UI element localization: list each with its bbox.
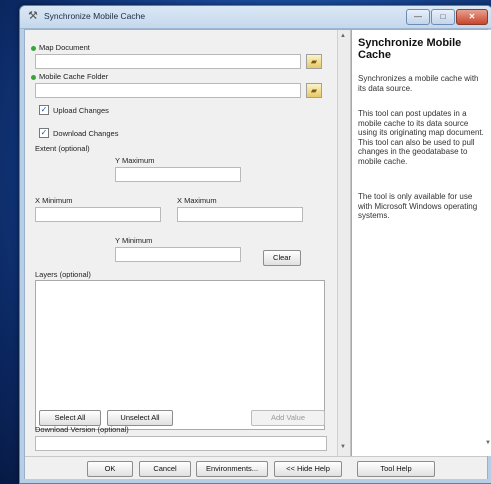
environments-button[interactable]: Environments... (196, 461, 268, 477)
title-bar[interactable]: ⚒ Synchronize Mobile Cache — □ ✕ (20, 6, 491, 29)
select-all-button[interactable]: Select All (39, 410, 101, 426)
mobile-cache-folder-label: Mobile Cache Folder (31, 72, 108, 81)
download-changes-checkbox[interactable]: ✓ Download Changes (39, 128, 118, 138)
minimize-button[interactable]: — (406, 9, 430, 25)
help-paragraph: This tool can post updates in a mobile c… (358, 109, 484, 166)
window-title: Synchronize Mobile Cache (44, 11, 146, 21)
dialog-window: ⚒ Synchronize Mobile Cache — □ ✕ Map Doc… (19, 5, 491, 484)
layers-label: Layers (optional) (35, 270, 91, 279)
green-dot-icon (31, 45, 36, 51)
map-document-input[interactable] (35, 54, 301, 69)
layers-list[interactable] (35, 280, 325, 430)
help-title: Synchronize Mobile Cache (358, 37, 462, 61)
ok-button[interactable]: OK (87, 461, 133, 477)
maximize-button[interactable]: □ (431, 9, 455, 25)
dialog-footer: OK Cancel Environments... << Hide Help T… (25, 456, 487, 479)
parameters-pane: Map Document ▰ Mobile Cache Folder ▰ ✓ U… (25, 30, 337, 456)
close-button[interactable]: ✕ (456, 9, 488, 25)
y-maximum-label: Y Maximum (115, 156, 155, 165)
download-version-input[interactable] (35, 436, 327, 451)
upload-changes-checkbox[interactable]: ✓ Upload Changes (39, 105, 109, 115)
download-version-label: Download Version (optional) (35, 425, 129, 434)
tool-help-button[interactable]: Tool Help (357, 461, 435, 477)
x-minimum-input[interactable] (35, 207, 161, 222)
mobile-cache-folder-input[interactable] (35, 83, 301, 98)
dialog-client: Map Document ▰ Mobile Cache Folder ▰ ✓ U… (24, 29, 491, 479)
open-folder-icon[interactable]: ▰ (306, 54, 322, 69)
y-minimum-input[interactable] (115, 247, 241, 262)
scroll-down-icon[interactable]: ▼ (340, 444, 346, 450)
help-paragraph: Synchronizes a mobile cache with its dat… (358, 74, 479, 93)
scroll-up-icon[interactable]: ▲ (340, 33, 346, 39)
map-document-label: Map Document (31, 43, 90, 52)
help-scroll-down-icon[interactable]: ▼ (485, 440, 491, 446)
x-maximum-label: X Maximum (177, 196, 217, 205)
checkbox-check-icon[interactable]: ✓ (39, 105, 49, 115)
y-minimum-label: Y Minimum (115, 236, 153, 245)
extent-label: Extent (optional) (35, 144, 90, 153)
clear-button[interactable]: Clear (263, 250, 301, 266)
add-value-button: Add Value (251, 410, 325, 426)
x-maximum-input[interactable] (177, 207, 303, 222)
unselect-all-button[interactable]: Unselect All (107, 410, 173, 426)
y-maximum-input[interactable] (115, 167, 241, 182)
tool-icon: ⚒ (28, 10, 38, 22)
x-minimum-label: X Minimum (35, 196, 73, 205)
green-dot-icon (31, 74, 36, 80)
hide-help-button[interactable]: << Hide Help (274, 461, 342, 477)
parameters-scrollbar[interactable]: ▲ ▼ (337, 30, 351, 456)
help-paragraph: The tool is only available for use with … (358, 192, 478, 220)
open-folder-icon[interactable]: ▰ (306, 83, 322, 98)
cancel-button[interactable]: Cancel (139, 461, 191, 477)
help-pane: Synchronize Mobile Cache Synchronizes a … (351, 30, 491, 456)
checkbox-check-icon[interactable]: ✓ (39, 128, 49, 138)
